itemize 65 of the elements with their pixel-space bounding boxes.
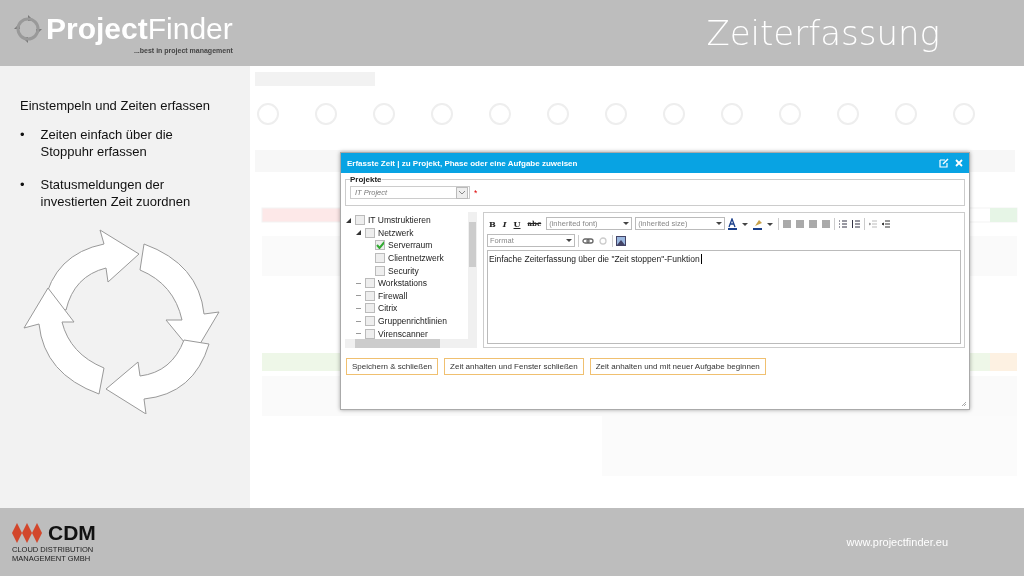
bullet-list-icon: [838, 218, 849, 229]
checkbox[interactable]: [375, 253, 385, 264]
highlight-color-icon: [753, 217, 776, 230]
tree-item[interactable]: Workstations: [378, 278, 427, 289]
caret-icon[interactable]: [621, 219, 632, 228]
tree-item[interactable]: Firewall: [378, 290, 408, 301]
caret-icon[interactable]: [564, 236, 574, 245]
resize-grip-icon[interactable]: [961, 401, 967, 407]
chevron-down-icon[interactable]: [458, 189, 466, 196]
bullet-text: Statusmeldungen der investierten Zeit zuordnen: [40, 176, 191, 211]
format-button[interactable]: I: [500, 218, 509, 229]
checkbox[interactable]: [365, 290, 375, 301]
image-icon: [616, 235, 626, 246]
text-area[interactable]: Einfache Zeiterfassung über die "Zeit stoppen"-Funktion: [487, 250, 961, 344]
horizontal-scrollbar[interactable]: [345, 339, 477, 348]
collapse-icon[interactable]: [355, 229, 362, 237]
checkbox[interactable]: [355, 215, 365, 226]
tree-item[interactable]: Citrix: [378, 303, 398, 314]
slide-title: Zeiterfassung: [706, 13, 940, 53]
checkbox[interactable]: [365, 328, 375, 339]
edit-icon[interactable]: [939, 158, 949, 168]
checkbox[interactable]: [375, 265, 385, 276]
bullet-text: Zeiten einfach über die Stoppuhr erfassen: [40, 127, 174, 161]
format-button[interactable]: U: [511, 218, 523, 229]
align-icon: [821, 218, 832, 229]
checkbox[interactable]: [365, 316, 375, 327]
action-button[interactable]: Zeit anhalten und mit neuer Aufgabe beginnen: [589, 358, 766, 375]
checkbox[interactable]: [365, 227, 375, 238]
bullet-marker: •: [20, 176, 25, 194]
format-button[interactable]: B: [487, 218, 498, 229]
text-color-icon: [728, 217, 751, 230]
required-mark: *: [474, 187, 478, 198]
group-label: Projekte: [350, 175, 382, 184]
numbered-list-icon: [851, 218, 862, 229]
close-icon[interactable]: [955, 159, 963, 167]
action-button[interactable]: Zeit anhalten und Fenster schließen: [444, 358, 584, 375]
tree-item[interactable]: Security: [388, 265, 419, 276]
tree-item[interactable]: Netzwerk: [378, 227, 414, 238]
section-heading: Einstempeln und Zeiten erfassen: [20, 98, 212, 113]
tree-item[interactable]: IT Umstruktieren: [368, 215, 431, 226]
action-button[interactable]: Speichern & schließen: [346, 358, 439, 375]
cycle-logo-icon: [12, 12, 44, 45]
checkbox[interactable]: [365, 303, 375, 314]
logo-text: ProjectFinder: [46, 13, 233, 44]
align-icon: [795, 218, 806, 229]
tree-item[interactable]: Gruppenrichtlinien: [378, 316, 447, 327]
unlink-icon: [597, 236, 609, 245]
outdent-icon: [868, 218, 879, 229]
dialog-title: Erfasste Zeit | zu Projekt, Phase oder eine Aufgabe zuweisen: [347, 158, 578, 168]
bullet-marker: •: [20, 127, 25, 144]
checkbox[interactable]: [365, 278, 375, 289]
checkbox[interactable]: [375, 240, 385, 251]
tree-item[interactable]: Serverraum: [388, 240, 433, 251]
indent-icon: [881, 218, 892, 229]
website-url: www.projectfinder.eu: [846, 536, 948, 548]
diamonds-logo-icon: [12, 523, 44, 543]
link-icon: [582, 236, 594, 245]
collapse-icon[interactable]: [345, 216, 352, 224]
tree-item[interactable]: Virenscanner: [378, 328, 428, 339]
caret-icon[interactable]: [714, 219, 725, 228]
tree-item[interactable]: Clientnetzwerk: [388, 253, 444, 264]
company-name: CDM: [48, 521, 96, 545]
align-icon: [782, 218, 793, 229]
align-icon: [808, 218, 819, 229]
vertical-scrollbar[interactable]: [468, 212, 477, 339]
